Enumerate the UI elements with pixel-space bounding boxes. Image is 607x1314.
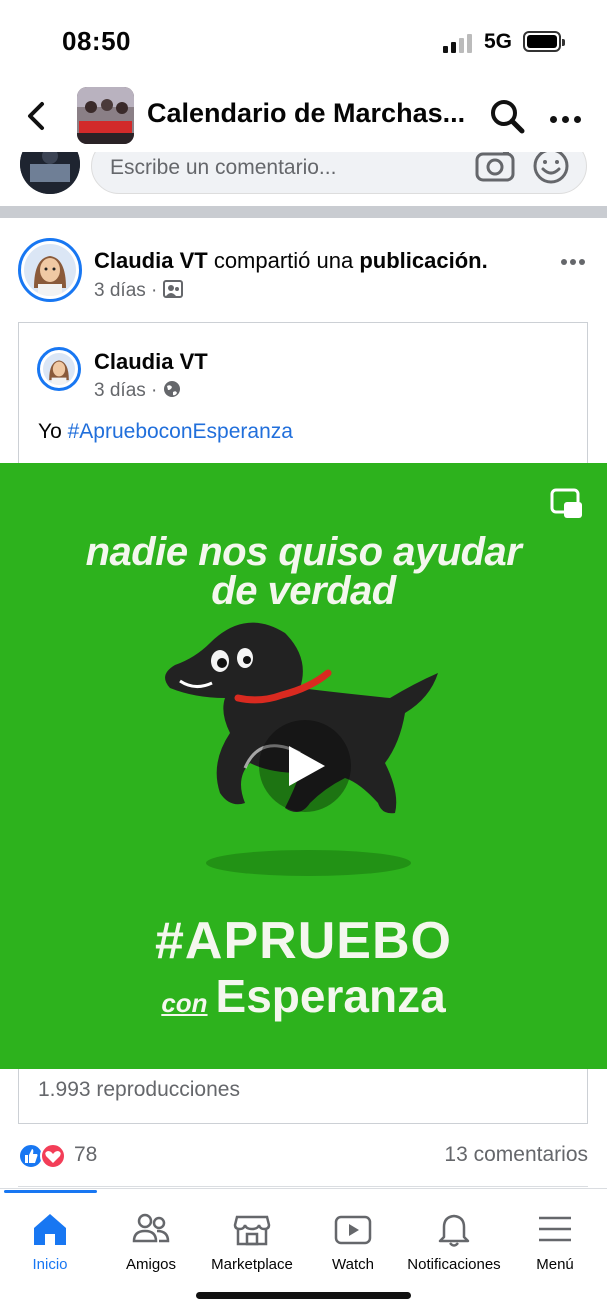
tab-watch[interactable]: Watch [298,1189,408,1284]
section-divider [0,206,607,218]
tab-inicio[interactable]: Inicio [0,1189,105,1284]
play-icon [289,746,325,786]
group-photo-icon [77,87,134,144]
group-header: Calendario de Marchas... [0,80,607,152]
reaction-count[interactable]: 78 [74,1143,97,1167]
shared-author-name[interactable]: Claudia VT [94,349,208,375]
post-meta: 3 días · [94,280,183,302]
memoji-icon [34,256,66,296]
love-reaction-icon[interactable] [40,1143,66,1169]
tab-amigos[interactable]: Amigos [96,1189,206,1284]
home-indicator[interactable] [196,1292,411,1299]
bell-icon [438,1214,470,1247]
watch-icon [334,1215,372,1245]
play-button[interactable] [259,720,351,812]
shared-post-text: Yo #AprueboconEsperanza [38,420,293,444]
group-avatar[interactable] [77,87,134,144]
status-time: 08:50 [62,26,131,56]
shared-meta: 3 días · [94,380,181,402]
post-action-text: compartió una [213,248,354,273]
user-avatar [20,152,80,194]
reactions-divider [18,1186,588,1187]
video-hashtag-line1: #APRUEBO [155,912,452,970]
globe-icon [163,381,180,397]
shared-author-avatar[interactable] [37,347,81,391]
comment-row: Escribe un comentario... [0,152,607,206]
group-title[interactable]: Calendario de Marchas... [147,98,467,129]
tab-label: Notificaciones [407,1256,501,1273]
tab-notificaciones[interactable]: Notificaciones [399,1189,509,1284]
picture-in-picture-icon[interactable] [550,488,584,520]
friends-icon [132,1213,170,1243]
tab-menu[interactable]: Menú [500,1189,607,1284]
tab-label: Watch [332,1256,374,1273]
network-label: 5G [484,30,513,53]
post-header-text: Claudia VT compartió una publicación. [94,248,488,274]
post-author-avatar[interactable] [18,238,82,302]
emoji-icon[interactable] [532,152,570,185]
comment-placeholder: Escribe un comentario... [110,156,337,179]
battery-icon [523,31,565,52]
camera-icon[interactable] [475,152,515,182]
hashtag-link[interactable]: #AprueboconEsperanza [68,420,293,443]
video-hashtag-line2: con Esperanza [0,969,607,1023]
back-arrow-icon[interactable] [22,98,52,134]
memoji-icon [49,360,69,385]
group-icon [162,280,183,298]
comment-input[interactable]: Escribe un comentario... [91,152,587,194]
video-player[interactable]: nadie nos quiso ayudar de verdad #APRUEB… [0,463,607,1069]
home-icon [34,1214,66,1245]
post-author-name[interactable]: Claudia VT [94,248,208,273]
status-bar: 08:50 5G [0,0,607,80]
post-object-link[interactable]: publicación. [359,248,487,273]
comments-count[interactable]: 13 comentarios [444,1143,588,1167]
post-time[interactable]: 3 días [94,280,146,301]
video-hashtag-word: Esperanza [215,970,446,1022]
tab-marketplace[interactable]: Marketplace [197,1189,307,1284]
tab-label: Menú [536,1256,574,1273]
menu-icon [539,1216,571,1242]
shared-text-prefix: Yo [38,420,62,443]
signal-icon [443,33,475,53]
active-tab-indicator [4,1190,97,1193]
marketplace-icon [233,1215,271,1246]
more-options-icon[interactable] [550,110,588,123]
search-icon[interactable] [488,97,526,135]
tab-label: Marketplace [211,1256,293,1273]
shared-time[interactable]: 3 días [94,380,146,401]
view-count: 1.993 reproducciones [38,1078,240,1101]
tab-label: Inicio [32,1256,68,1273]
video-hashtag-con: con [161,988,208,1018]
post-options-icon[interactable] [561,252,591,265]
reactions-bar: 78 13 comentarios [18,1141,588,1171]
tab-label: Amigos [125,1256,177,1273]
